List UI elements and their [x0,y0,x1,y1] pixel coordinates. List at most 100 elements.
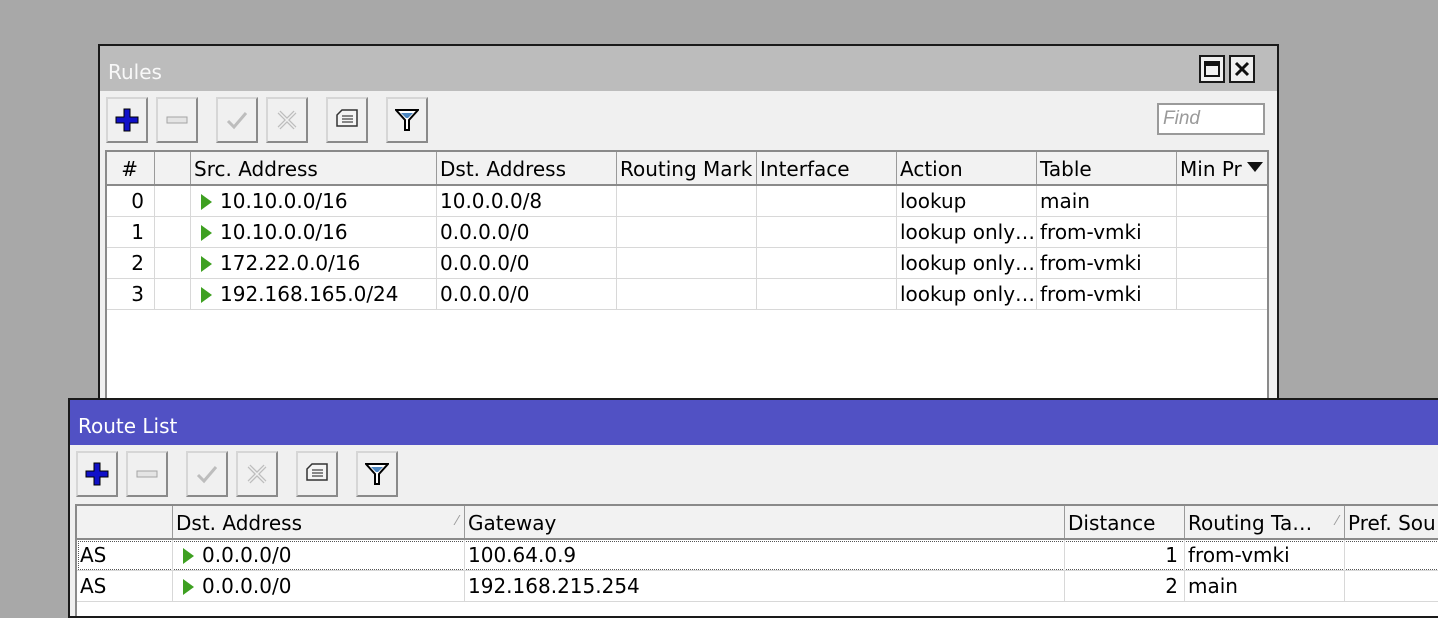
rule-number: 3 [107,279,155,309]
enable-button[interactable] [186,451,228,497]
rule-table: from-vmki [1037,248,1177,278]
rule-flags [155,248,191,278]
rule-table: main [1037,186,1177,216]
col-routing-table-header[interactable]: Routing Ta… ⁄ [1185,506,1345,538]
enable-icon [196,466,218,484]
col-dst-address-header[interactable]: Dst. Address [437,152,617,184]
col-dst-address-label: Dst. Address [176,511,303,535]
rule-action: lookup only… [897,279,1037,309]
rule-src-address-text: 10.10.0.0/16 [220,189,348,213]
table-row[interactable]: 2 172.22.0.0/16 0.0.0.0/0 lookup only… from-… [107,248,1267,279]
rule-number: 1 [107,217,155,247]
rules-rows: 0 10.10.0.0/16 10.0.0.0/8 lookup main 1 10.10.… [107,186,1267,310]
table-row[interactable]: 1 10.10.0.0/16 0.0.0.0/0 lookup only… from-v… [107,217,1267,248]
find-input[interactable] [1157,103,1265,135]
table-row[interactable]: 0 10.10.0.0/16 10.0.0.0/8 lookup main [107,186,1267,217]
col-gateway-header[interactable]: Gateway [465,506,1065,538]
rule-action: lookup only… [897,248,1037,278]
route-dst-address-text: 0.0.0.0/0 [202,543,292,567]
route-table-header: Dst. Address ⁄ Gateway Distance Routing … [77,506,1438,540]
disable-icon [277,110,297,130]
route-list-window[interactable]: Route List Dst. Address ⁄ Gateway Distan… [68,398,1438,618]
rule-flags [155,217,191,247]
rule-dst-address: 10.0.0.0/8 [437,186,617,216]
rules-window[interactable]: Rules Find # Src. Address Dst. Address R… [98,44,1279,424]
status-triangle-icon [201,256,212,272]
rule-flags [155,186,191,216]
route-routing-table: from-vmki [1185,540,1345,570]
rule-dst-address: 0.0.0.0/0 [437,279,617,309]
rule-table: from-vmki [1037,279,1177,309]
rule-dst-address: 0.0.0.0/0 [437,217,617,247]
route-pref-source [1345,571,1438,601]
comment-icon [336,109,358,127]
comment-icon [306,463,328,481]
col-flags-header[interactable] [155,152,191,184]
comment-button[interactable] [296,451,338,497]
table-row[interactable]: 3 192.168.165.0/24 0.0.0.0/0 lookup only… fr… [107,279,1267,310]
disable-button[interactable] [266,97,308,143]
disable-button[interactable] [236,451,278,497]
route-distance: 1 [1065,540,1185,570]
add-icon [115,108,139,132]
rule-min-prefix [1177,217,1267,247]
rule-src-address: 10.10.0.0/16 [191,186,437,216]
rule-number: 0 [107,186,155,216]
sort-indicator-icon: ⁄ [455,514,458,529]
table-row[interactable]: AS 0.0.0.0/0 100.64.0.9 1 from-vmki [77,540,1438,571]
remove-button[interactable] [156,97,198,143]
maximize-icon [1204,61,1220,77]
filter-button[interactable] [386,97,428,143]
column-menu-icon[interactable] [1246,160,1264,174]
route-dst-address: 0.0.0.0/0 [173,540,465,570]
table-row[interactable]: AS 0.0.0.0/0 192.168.215.254 2 main [77,571,1438,602]
rule-src-address-text: 172.22.0.0/16 [220,251,361,275]
comment-button[interactable] [326,97,368,143]
col-distance-header[interactable]: Distance [1065,506,1185,538]
rules-table-header: # Src. Address Dst. Address Routing Mark… [107,152,1267,186]
col-routing-table-label: Routing Ta… [1188,511,1313,535]
rule-routing-mark [617,248,757,278]
col-interface-header[interactable]: Interface [757,152,897,184]
col-routing-mark-header[interactable]: Routing Mark [617,152,757,184]
enable-button[interactable] [216,97,258,143]
remove-button[interactable] [126,451,168,497]
route-pref-source [1345,540,1438,570]
col-src-address-header[interactable]: Src. Address [191,152,437,184]
col-dst-address-header[interactable]: Dst. Address ⁄ [173,506,465,538]
maximize-button[interactable] [1199,55,1225,83]
rule-routing-mark [617,279,757,309]
col-action-header[interactable]: Action [897,152,1037,184]
close-button[interactable] [1229,55,1255,83]
rule-src-address: 192.168.165.0/24 [191,279,437,309]
remove-icon [166,116,188,124]
route-dst-address: 0.0.0.0/0 [173,571,465,601]
col-number-header[interactable]: # [107,152,155,184]
route-list-toolbar [70,445,1438,503]
filter-icon [395,109,419,131]
remove-icon [136,470,158,478]
status-triangle-icon [201,287,212,303]
filter-button[interactable] [356,451,398,497]
route-routing-table: main [1185,571,1345,601]
route-list-titlebar[interactable]: Route List [70,400,1438,445]
disable-icon [247,464,267,484]
rule-number: 2 [107,248,155,278]
col-min-prefix-label: Min Pr [1180,157,1242,181]
col-flags-header[interactable] [77,506,173,538]
route-gateway: 192.168.215.254 [465,571,1065,601]
rule-interface [757,186,897,216]
add-button[interactable] [76,451,118,497]
rules-table: # Src. Address Dst. Address Routing Mark… [105,150,1269,422]
col-table-header[interactable]: Table [1037,152,1177,184]
route-distance: 2 [1065,571,1185,601]
rule-table: from-vmki [1037,217,1177,247]
rule-interface [757,279,897,309]
add-button[interactable] [106,97,148,143]
col-min-prefix-header[interactable]: Min Pr [1177,152,1267,184]
rules-titlebar[interactable]: Rules [100,46,1277,91]
route-rows: AS 0.0.0.0/0 100.64.0.9 1 from-vmki AS 0.0.0.0… [77,540,1438,602]
col-pref-source-header[interactable]: Pref. Sou [1345,506,1438,538]
rule-dst-address: 0.0.0.0/0 [437,248,617,278]
rule-action: lookup [897,186,1037,216]
